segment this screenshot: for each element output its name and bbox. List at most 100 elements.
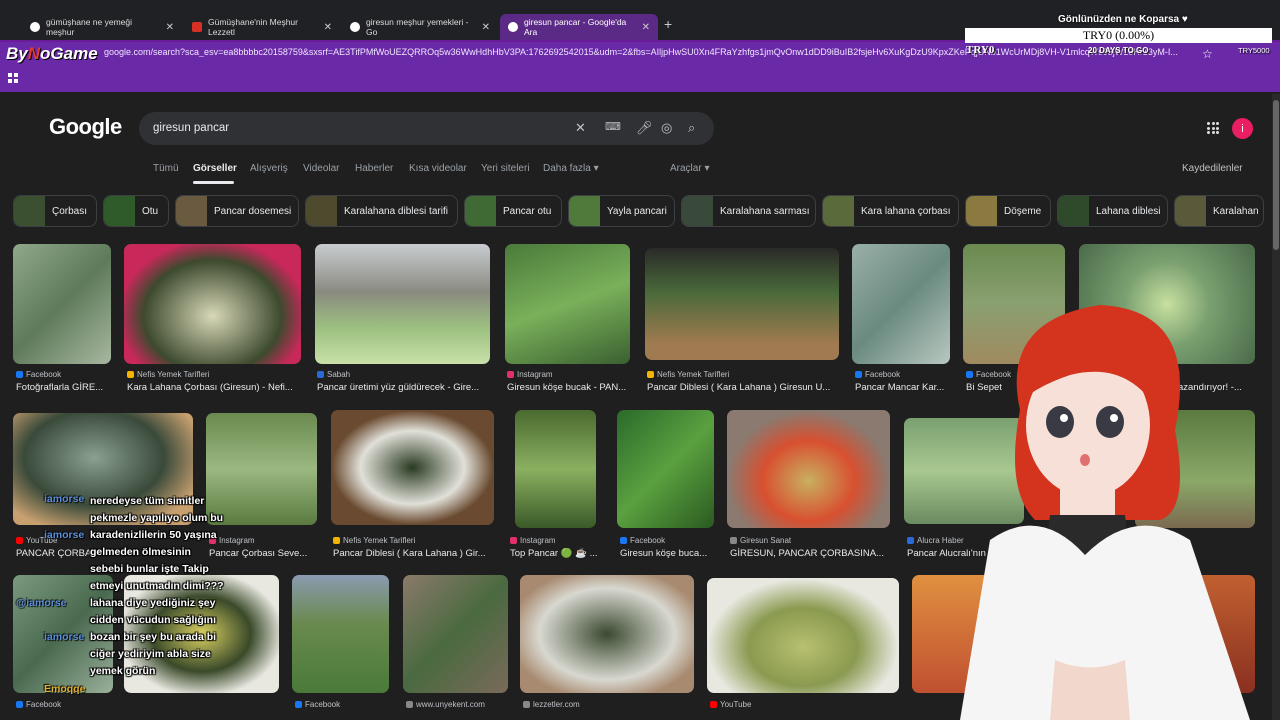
result-image[interactable] xyxy=(403,575,508,693)
result-caption[interactable]: Fotoğraflarla GİRE... xyxy=(16,382,111,393)
result-source[interactable]: lezzetler.com xyxy=(523,700,580,709)
scrollbar-thumb[interactable] xyxy=(1273,100,1279,250)
result-caption[interactable]: Pancar Mancar Kar... xyxy=(855,382,950,393)
goal-current: TRY0 xyxy=(966,44,995,56)
url-text[interactable]: google.com/search?sca_esv=ea8bbbbc201587… xyxy=(104,47,1204,57)
new-tab-button[interactable]: + xyxy=(664,16,672,32)
result-source[interactable]: YouTube xyxy=(710,700,751,709)
result-image[interactable] xyxy=(13,244,111,364)
close-icon[interactable]: ✕ xyxy=(166,22,174,33)
nav-short-videos[interactable]: Kısa videolar xyxy=(409,163,467,174)
tab-2[interactable]: Gümüşhane'nin Meşhur Lezzetl ✕ xyxy=(184,14,340,40)
result-source[interactable]: Facebook xyxy=(16,700,61,709)
lens-icon[interactable]: ◎ xyxy=(661,120,672,136)
source-name: Nefis Yemek Tarifleri xyxy=(657,370,730,379)
chip[interactable]: Kara lahana çorbası xyxy=(822,195,959,227)
chip[interactable]: Yayla pancari xyxy=(568,195,675,227)
result-image[interactable] xyxy=(505,244,630,364)
close-icon[interactable]: ✕ xyxy=(324,22,332,33)
result-image[interactable] xyxy=(520,575,694,693)
nav-sites[interactable]: Yeri siteleri xyxy=(481,163,530,174)
nav-more[interactable]: Daha fazla ▾ xyxy=(543,163,599,174)
tab-1[interactable]: gümüşhane ne yemeği meşhur ✕ xyxy=(22,14,182,40)
keyboard-icon[interactable]: ⌨ xyxy=(605,120,621,133)
chip-label: Yayla pancari xyxy=(607,205,667,217)
result-caption[interactable]: Pancar üretimi yüz güldürecek - Gire... xyxy=(317,382,492,393)
chat-username: iamorse xyxy=(44,493,85,505)
result-image[interactable] xyxy=(617,410,714,528)
result-source[interactable]: Alucra Haber xyxy=(907,536,964,545)
close-icon[interactable]: ✕ xyxy=(482,22,490,33)
clear-icon[interactable]: ✕ xyxy=(575,120,586,136)
google-logo[interactable]: Google xyxy=(49,114,122,140)
chip-thumb xyxy=(176,196,207,226)
tab-title: Gümüşhane'nin Meşhur Lezzetl xyxy=(208,17,298,37)
close-icon[interactable]: ✕ xyxy=(642,22,650,33)
result-caption[interactable]: Pancar Diblesi ( Kara Lahana ) Gir... xyxy=(333,548,495,559)
result-image[interactable] xyxy=(727,410,890,528)
chip-thumb xyxy=(104,196,135,226)
search-input[interactable]: giresun pancar xyxy=(153,122,229,134)
result-image[interactable] xyxy=(645,248,839,360)
result-caption[interactable]: Giresun köşe buca... xyxy=(620,548,715,559)
result-image[interactable] xyxy=(707,578,899,693)
nav-news[interactable]: Haberler xyxy=(355,163,393,174)
result-caption[interactable]: PANCAR ÇORBA... xyxy=(16,548,91,559)
facebook-icon xyxy=(855,371,862,378)
star-icon[interactable]: ☆ xyxy=(1202,47,1213,61)
nav-all[interactable]: Tümü xyxy=(153,163,179,174)
google-apps-icon[interactable] xyxy=(1207,122,1219,134)
chip[interactable]: Karalahan xyxy=(1174,195,1264,227)
nav-shopping[interactable]: Alışveriş xyxy=(250,163,288,174)
result-caption[interactable]: Pancar Çorbası Seve... xyxy=(209,548,319,559)
result-caption[interactable]: GİRESUN, PANCAR ÇORBASINA... xyxy=(730,548,890,559)
mic-icon[interactable]: 🎤︎ xyxy=(636,120,653,136)
chip[interactable]: Karalahana sarması xyxy=(681,195,816,227)
result-source[interactable]: Instagram xyxy=(507,370,553,379)
chip[interactable]: Döşeme xyxy=(965,195,1051,227)
result-source[interactable]: Giresun Sanat xyxy=(730,536,791,545)
result-caption[interactable]: Top Pancar 🟢 ☕ ... xyxy=(510,548,605,559)
chip[interactable]: Pancar dosemesi xyxy=(175,195,299,227)
result-source[interactable]: Nefis Yemek Tarifleri xyxy=(333,536,415,545)
chip[interactable]: Karalahana diblesi tarifi xyxy=(305,195,458,227)
result-image[interactable] xyxy=(124,244,301,364)
chip-label: Karalahan xyxy=(1213,205,1259,217)
result-source[interactable]: Facebook xyxy=(620,536,665,545)
apps-icon[interactable] xyxy=(8,73,18,83)
result-caption[interactable]: Kara Lahana Çorbası (Giresun) - Nefi... xyxy=(127,382,302,393)
result-source[interactable]: Instagram xyxy=(510,536,556,545)
account-avatar[interactable]: i xyxy=(1232,118,1253,139)
result-image[interactable] xyxy=(315,244,490,364)
source-name: Facebook xyxy=(630,536,666,545)
tab-4-active[interactable]: giresun pancar - Google'da Ara ✕ xyxy=(500,14,658,40)
source-name: Instagram xyxy=(520,536,556,545)
facebook-icon xyxy=(16,371,23,378)
result-source[interactable]: Nefis Yemek Tarifleri xyxy=(647,370,729,379)
result-caption[interactable]: Giresun köşe bucak - PAN... xyxy=(507,382,632,393)
chip[interactable]: Otu xyxy=(103,195,169,227)
chip[interactable]: Pancar otu xyxy=(464,195,562,227)
tools-button[interactable]: Araçlar ▾ xyxy=(670,163,709,174)
chip[interactable]: Çorbası xyxy=(13,195,97,227)
result-source[interactable]: Facebook xyxy=(855,370,900,379)
result-image[interactable] xyxy=(515,410,596,528)
search-icon[interactable]: ⌕ xyxy=(688,120,695,136)
result-source[interactable]: Facebook xyxy=(295,700,340,709)
nav-videos[interactable]: Videolar xyxy=(303,163,340,174)
stream-logo: ByNoGame xyxy=(6,44,98,64)
result-caption[interactable]: Pancar Diblesi ( Kara Lahana ) Giresun U… xyxy=(647,382,839,393)
site-icon xyxy=(127,371,134,378)
result-source[interactable]: Sabah xyxy=(317,370,350,379)
result-image[interactable] xyxy=(852,244,950,364)
result-source[interactable]: Nefis Yemek Tarifleri xyxy=(127,370,209,379)
chip[interactable]: Lahana diblesi xyxy=(1057,195,1168,227)
result-source[interactable]: Facebook xyxy=(16,370,61,379)
result-image[interactable] xyxy=(292,575,389,693)
nav-images[interactable]: Görseller xyxy=(193,163,237,174)
result-source[interactable]: www.unyekent.com xyxy=(406,700,485,709)
tab-3[interactable]: giresun meşhur yemekleri - Go ✕ xyxy=(342,14,498,40)
result-image[interactable] xyxy=(331,410,494,525)
tab-title: giresun meşhur yemekleri - Go xyxy=(366,17,469,37)
saved-button[interactable]: Kaydedilenler xyxy=(1182,163,1243,174)
